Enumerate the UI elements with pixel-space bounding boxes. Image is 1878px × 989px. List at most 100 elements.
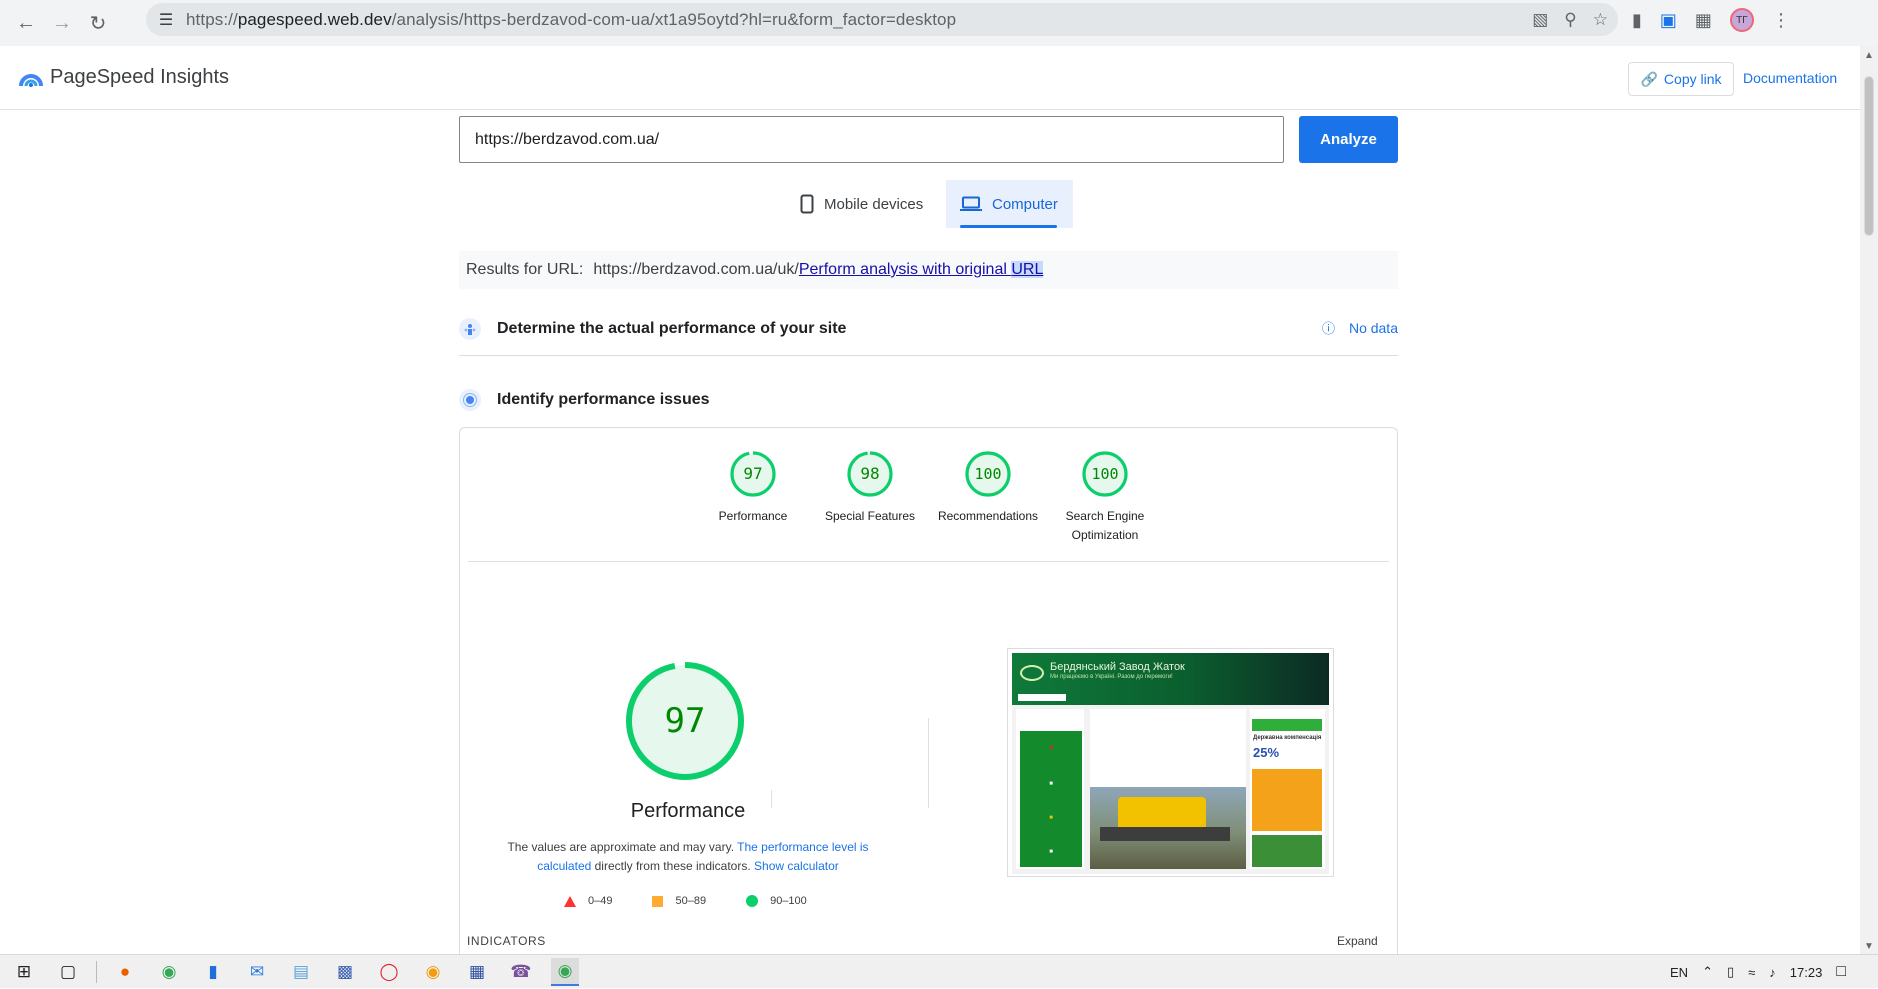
thumb-brand-list: ■ ■ ■ ■	[1020, 731, 1082, 867]
copy-link-label: Copy link	[1663, 71, 1722, 87]
browser-toolbar: ← → ↻ ☰ https://pagespeed.web.dev/analys…	[0, 0, 1878, 46]
expand-button[interactable]: Expand	[1337, 934, 1378, 948]
desc-text-1: The values are approximate and may vary.	[507, 840, 738, 854]
windows-taskbar: ⊞ ▢ ● ◉ ▮ ✉ ▤ ▩ ◯ ◉ ▦ ☎ ◉ EN ⌃ ▯ ≈ ♪ 17:…	[0, 954, 1878, 988]
wifi-icon[interactable]: ≈	[1748, 965, 1755, 980]
indicators-heading: INDICATORS	[467, 934, 546, 948]
thumb-site-body: ■ ■ ■ ■ Державна компенсація 25%	[1012, 705, 1329, 874]
address-bar[interactable]: ☰ https://pagespeed.web.dev/analysis/htt…	[146, 3, 1618, 36]
page-scrollbar[interactable]: ▲ ▼	[1860, 46, 1878, 954]
score-gauge-performance[interactable]: 97 Performance	[693, 450, 813, 526]
results-url[interactable]: https://berdzavod.com.ua/uk/	[593, 261, 798, 279]
forward-arrow-icon[interactable]: →	[44, 5, 80, 41]
google-translate-icon[interactable]: ▣	[1660, 10, 1677, 31]
task-view-icon[interactable]: ▢	[54, 958, 82, 986]
thumb-brand-1: ■	[1049, 745, 1053, 751]
thumb-main-column	[1090, 709, 1246, 869]
mail-icon[interactable]: ✉	[243, 958, 271, 986]
thumb-site-header: Бердянський Завод Жаток Ми працюємо в Ук…	[1012, 653, 1329, 705]
thumb-site-subtitle: Ми працюємо в Україні. Разом до перемоги…	[1050, 674, 1173, 680]
gauge-label: Recommendations	[937, 509, 1039, 523]
windows-start-icon[interactable]: ⊞	[10, 958, 38, 986]
analyze-button[interactable]: Analyze	[1299, 116, 1398, 163]
back-arrow-icon[interactable]: ←	[8, 5, 44, 41]
score-gauge-accessibility[interactable]: 98 Special Features	[810, 450, 930, 526]
clock[interactable]: 17:23	[1790, 965, 1823, 980]
firefox-icon[interactable]: ●	[111, 958, 139, 986]
performance-description: The values are approximate and may vary.…	[498, 838, 878, 876]
scroll-down-icon[interactable]: ▼	[1864, 941, 1874, 952]
gauge-label: Performance	[718, 509, 788, 523]
chrome-icon[interactable]: ◉	[155, 958, 183, 986]
copy-link-button[interactable]: 🔗 Copy link	[1628, 62, 1734, 96]
thumb-site-logo-icon	[1020, 665, 1044, 681]
phone-icon	[800, 194, 814, 214]
chrome-active-icon[interactable]: ◉	[551, 957, 579, 986]
site-settings-icon[interactable]: ☰	[146, 10, 186, 30]
reload-icon[interactable]: ↻	[80, 5, 116, 41]
desc-text-2: directly from these indicators.	[591, 859, 755, 873]
tab-mobile[interactable]: Mobile devices	[786, 180, 946, 228]
documentation-link[interactable]: Documentation	[1743, 70, 1837, 86]
no-data-indicator[interactable]: ⓘ No data	[1322, 318, 1398, 337]
tab-desktop[interactable]: Computer	[946, 180, 1073, 228]
puzzle-icon[interactable]: ▦	[1695, 10, 1712, 31]
field-data-section[interactable]: Determine the actual performance of your…	[459, 302, 1398, 356]
thumb-search-box	[1018, 694, 1066, 701]
opera-icon[interactable]: ◯	[375, 958, 403, 986]
legend-fail: 0–49	[564, 895, 612, 907]
average-square-icon	[652, 895, 664, 907]
gauge-value: 97	[743, 464, 762, 483]
zoom-icon[interactable]: ⚲	[1564, 10, 1576, 30]
pagespeed-logo-icon[interactable]	[18, 66, 44, 88]
link-icon: 🔗	[1640, 70, 1658, 87]
menu-kebab-icon[interactable]: ⋮	[1772, 10, 1790, 31]
address-url[interactable]: https://pagespeed.web.dev/analysis/https…	[186, 10, 956, 30]
taskbar-separator	[96, 960, 97, 983]
gauge-value: 98	[860, 464, 879, 483]
scrollbar-thumb[interactable]	[1864, 76, 1874, 236]
thumb-compensation-text: Державна компенсація	[1253, 735, 1322, 741]
show-calculator-link[interactable]: Show calculator	[754, 859, 839, 873]
card-divider	[468, 561, 1389, 562]
results-label: Results for URL:	[466, 261, 584, 278]
volume-icon[interactable]: ♪	[1769, 965, 1776, 980]
lighthouse-sparkle-icon	[459, 389, 481, 411]
thumb-brand-3: ■	[1049, 815, 1053, 821]
translate-icon[interactable]: ▧	[1532, 10, 1548, 30]
score-gauge-seo[interactable]: 100 Search Engine Optimization	[1045, 450, 1165, 545]
extension-a-icon[interactable]: ▮	[1632, 10, 1642, 31]
notepad-icon[interactable]: ▤	[287, 958, 315, 986]
thumb-header-image	[1252, 835, 1322, 867]
battery-icon[interactable]: ▯	[1727, 964, 1734, 980]
notifications-icon[interactable]: □	[1836, 963, 1846, 981]
language-indicator[interactable]: EN	[1670, 965, 1688, 980]
thumb-right-column: Державна компенсація 25%	[1250, 709, 1325, 869]
crux-people-icon	[459, 317, 481, 340]
viber-icon[interactable]: ☎	[507, 958, 535, 986]
app-blue-icon[interactable]: ▮	[199, 958, 227, 986]
gauge-ring: 97	[730, 451, 776, 497]
network-app-icon[interactable]: ▩	[331, 958, 359, 986]
performance-big-value: 97	[665, 701, 706, 741]
thumb-combine-image	[1090, 787, 1246, 869]
tab-mobile-label: Mobile devices	[824, 195, 924, 213]
lab-data-section: Identify performance issues	[459, 375, 1398, 425]
legend-fail-label: 0–49	[588, 895, 613, 907]
thumb-brand-4: ■	[1049, 849, 1053, 855]
browser-orange-icon[interactable]: ◉	[419, 958, 447, 986]
pass-circle-icon	[746, 895, 759, 907]
remote-app-icon[interactable]: ▦	[463, 958, 491, 986]
legend-average: 50–89	[652, 895, 706, 907]
score-gauge-best-practices[interactable]: 100 Recommendations	[928, 450, 1048, 526]
profile-avatar[interactable]: ТГ	[1729, 8, 1754, 32]
url-input[interactable]: https://berdzavod.com.ua/	[459, 116, 1284, 163]
fail-triangle-icon	[564, 895, 576, 907]
results-url-bar: Results for URL: https://berdzavod.com.u…	[459, 251, 1398, 289]
tray-chevron-icon[interactable]: ⌃	[1702, 964, 1713, 980]
scroll-up-icon[interactable]: ▲	[1864, 50, 1874, 61]
original-url-link[interactable]: Perform analysis with original URL	[799, 261, 1044, 279]
bookmark-star-icon[interactable]: ☆	[1593, 10, 1608, 30]
app-title[interactable]: PageSpeed Insights	[50, 66, 229, 89]
final-screenshot: Бердянський Завод Жаток Ми працюємо в Ук…	[1007, 648, 1334, 877]
